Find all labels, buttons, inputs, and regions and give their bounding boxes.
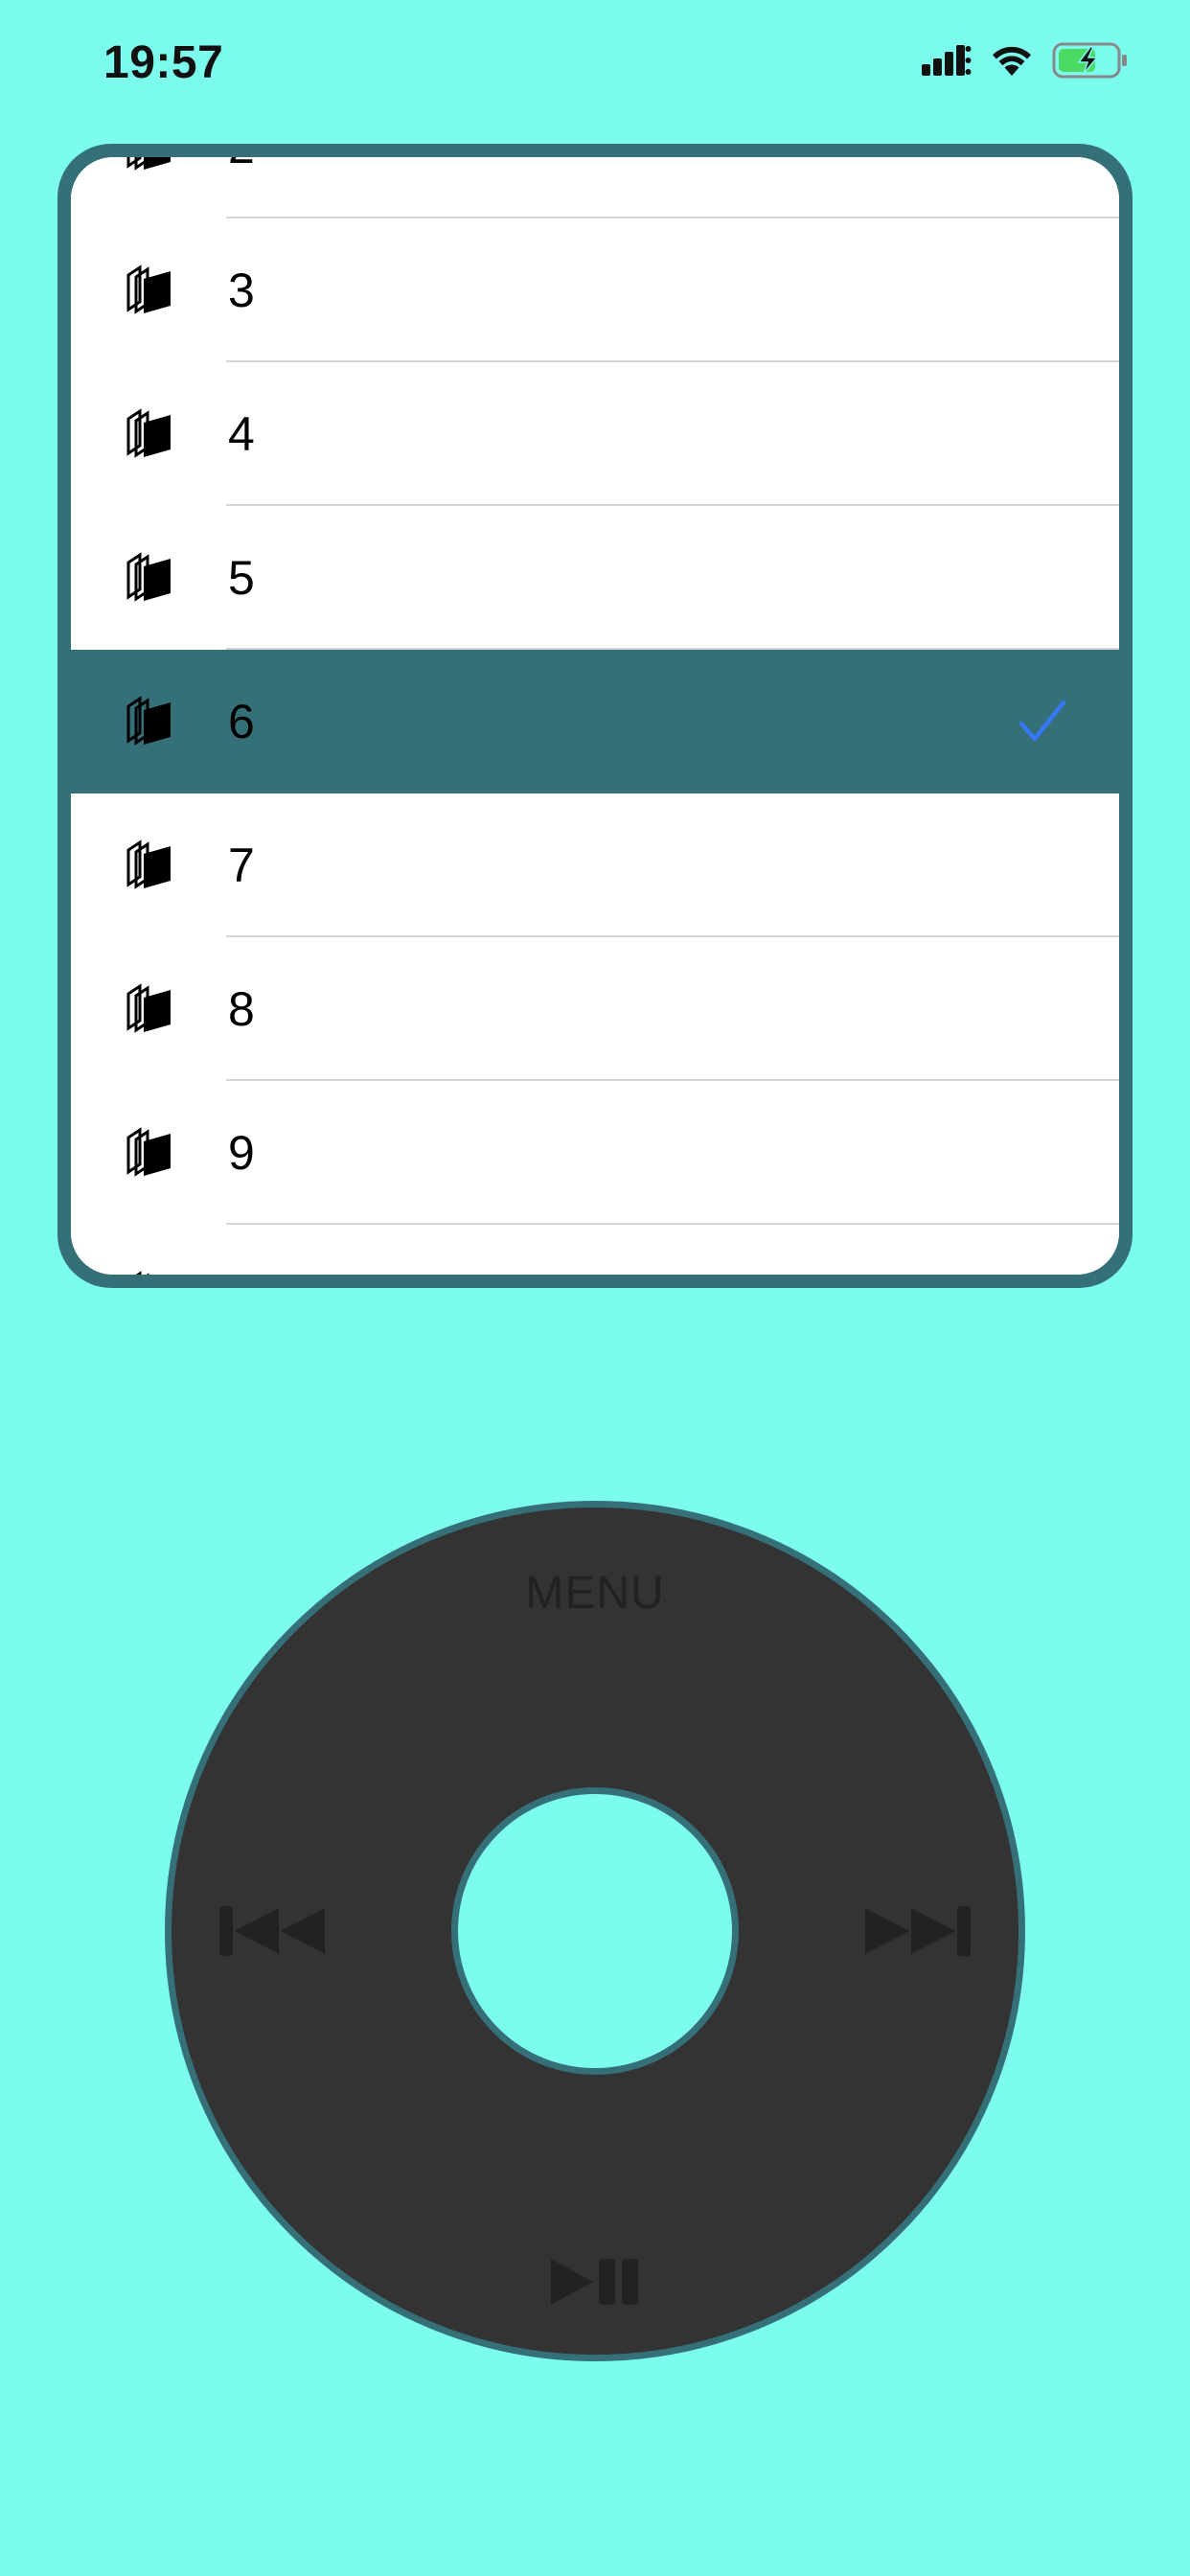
stack-icon	[123, 980, 180, 1038]
previous-track-icon[interactable]	[217, 1902, 329, 1960]
play-pause-icon[interactable]	[547, 2253, 643, 2311]
list-item-label: 6	[228, 695, 255, 748]
stack-icon	[123, 405, 180, 463]
list-item-label: 9	[228, 1126, 255, 1180]
list-item-label: 7	[228, 839, 255, 892]
click-wheel[interactable]: MENU	[165, 1501, 1025, 2361]
stack-icon	[123, 837, 180, 894]
stack-icon	[123, 1268, 180, 1275]
list-item-label: 5	[228, 551, 255, 605]
list-item[interactable]: 10	[71, 1225, 1119, 1275]
menu-list: 2 3	[71, 157, 1119, 1275]
list-item[interactable]: 2	[71, 157, 1119, 218]
list-item[interactable]: 7	[71, 794, 1119, 937]
signal-icon	[922, 43, 972, 82]
list-item[interactable]: 8	[71, 937, 1119, 1081]
list-item-label: 10	[228, 1269, 282, 1275]
list-item-label: 3	[228, 264, 255, 317]
status-bar: 19:57	[0, 0, 1190, 134]
list-item[interactable]: 4	[71, 362, 1119, 506]
screen-frame: 2 3	[57, 144, 1133, 1288]
stack-icon	[123, 157, 180, 175]
battery-charging-icon	[1052, 42, 1129, 83]
list-item-selected[interactable]: 6	[71, 650, 1119, 794]
list-item-label: 8	[228, 982, 255, 1036]
list-item[interactable]: 3	[71, 218, 1119, 362]
stack-icon	[123, 693, 180, 750]
stack-icon	[123, 1124, 180, 1182]
list-item-label: 4	[228, 407, 255, 461]
status-icons	[922, 42, 1129, 83]
menu-button[interactable]: MENU	[172, 1567, 1018, 1620]
status-time: 19:57	[103, 37, 224, 88]
list-item[interactable]: 9	[71, 1081, 1119, 1225]
list-item[interactable]: 5	[71, 506, 1119, 650]
screen: 2 3	[71, 157, 1119, 1275]
select-button[interactable]	[451, 1787, 739, 2075]
stack-icon	[123, 549, 180, 607]
next-track-icon[interactable]	[861, 1902, 973, 1960]
checkmark-icon	[1016, 695, 1069, 748]
wifi-icon	[989, 43, 1035, 82]
stack-icon	[123, 262, 180, 319]
list-item-label: 2	[228, 157, 255, 174]
